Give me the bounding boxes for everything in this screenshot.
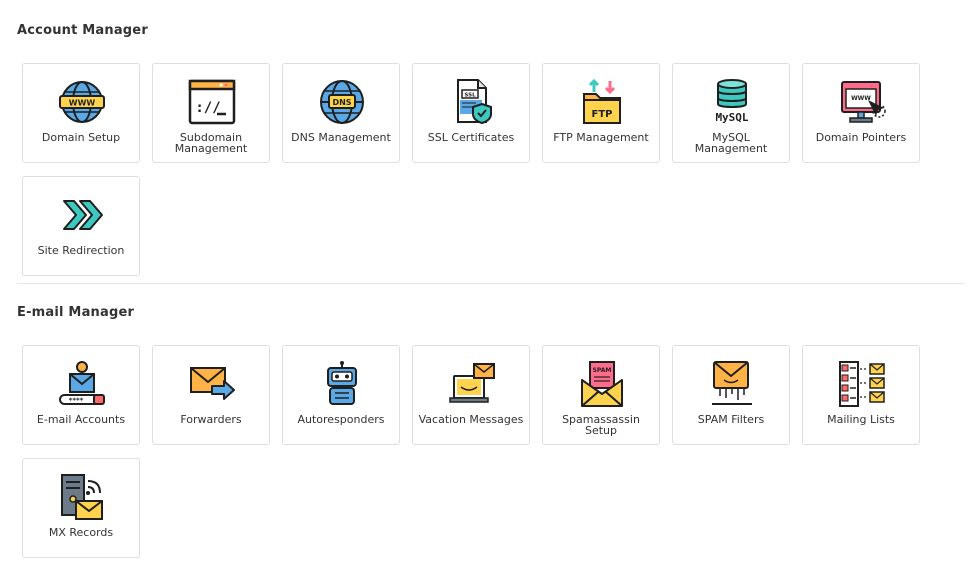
ftp-folder-icon: FTP bbox=[578, 78, 626, 126]
tile-mailing-lists[interactable]: Mailing Lists bbox=[802, 345, 920, 445]
tile-spamassassin-setup[interactable]: SPAM Spamassassin Setup bbox=[542, 345, 660, 445]
svg-text:WWW: WWW bbox=[851, 95, 871, 102]
svg-text:SSL: SSL bbox=[464, 93, 476, 99]
tile-label: DNS Management bbox=[291, 131, 391, 144]
tile-ssl-certificates[interactable]: SSL SSL Certificates bbox=[412, 63, 530, 163]
svg-text:FTP: FTP bbox=[592, 109, 613, 120]
tile-label: FTP Management bbox=[553, 131, 649, 144]
tile-autoresponders[interactable]: Autoresponders bbox=[282, 345, 400, 445]
tile-forwarders[interactable]: Forwarders bbox=[152, 345, 270, 445]
svg-text:SPAM: SPAM bbox=[593, 367, 612, 374]
tile-label: Domain Pointers bbox=[815, 131, 907, 144]
terminal-window-icon: :// bbox=[188, 78, 236, 126]
tile-label: Subdomain Management bbox=[174, 131, 248, 155]
tile-domain-setup[interactable]: WWW Domain Setup bbox=[22, 63, 140, 163]
spam-filter-icon bbox=[708, 360, 756, 408]
email-account-icon: **** bbox=[58, 360, 106, 408]
dns-globe-icon: DNS bbox=[318, 78, 366, 126]
tile-vacation-messages[interactable]: Vacation Messages bbox=[412, 345, 530, 445]
tile-mx-records[interactable]: MX Records bbox=[22, 458, 140, 558]
tile-label: Site Redirection bbox=[37, 244, 125, 257]
tile-label: Autoresponders bbox=[297, 413, 385, 426]
vacation-laptop-icon bbox=[448, 360, 496, 408]
tile-email-accounts[interactable]: **** E-mail Accounts bbox=[22, 345, 140, 445]
tile-label: Mailing Lists bbox=[827, 413, 895, 426]
tile-dns-management[interactable]: DNS DNS Management bbox=[282, 63, 400, 163]
tile-label: Vacation Messages bbox=[418, 413, 524, 426]
tile-label: MX Records bbox=[48, 526, 114, 539]
tile-site-redirection[interactable]: Site Redirection bbox=[22, 176, 140, 276]
tile-label: SSL Certificates bbox=[427, 131, 515, 144]
email-manager-heading: E-mail Manager bbox=[17, 305, 135, 320]
email-forward-icon bbox=[188, 360, 236, 408]
tile-spam-filters[interactable]: SPAM Filters bbox=[672, 345, 790, 445]
browser-pointer-icon: WWW bbox=[838, 78, 886, 126]
tile-subdomain-management[interactable]: :// Subdomain Management bbox=[152, 63, 270, 163]
tile-ftp-management[interactable]: FTP FTP Management bbox=[542, 63, 660, 163]
tile-mysql-management[interactable]: MySQL MySQL Management bbox=[672, 63, 790, 163]
tile-label: Domain Setup bbox=[41, 131, 121, 144]
ssl-certificate-icon: SSL bbox=[448, 78, 496, 126]
account-manager-heading: Account Manager bbox=[17, 23, 148, 38]
robot-icon bbox=[318, 360, 366, 408]
spam-envelope-icon: SPAM bbox=[578, 360, 626, 408]
mx-server-icon bbox=[58, 473, 106, 521]
section-divider bbox=[17, 283, 964, 284]
svg-text:DNS: DNS bbox=[332, 98, 351, 107]
svg-text:WWW: WWW bbox=[69, 99, 96, 108]
svg-text:****: **** bbox=[69, 397, 84, 405]
www-globe-icon: WWW bbox=[58, 78, 106, 126]
tile-label: MySQL Management bbox=[694, 131, 768, 155]
tile-label: Spamassassin Setup bbox=[562, 413, 640, 437]
tile-label: E-mail Accounts bbox=[36, 413, 126, 426]
svg-text:://: :// bbox=[195, 100, 220, 116]
redirect-arrows-icon bbox=[58, 191, 106, 239]
mysql-database-icon: MySQL bbox=[708, 78, 756, 126]
tile-label: SPAM Filters bbox=[697, 413, 765, 426]
tile-label: Forwarders bbox=[180, 413, 242, 426]
tile-domain-pointers[interactable]: WWW Domain Pointers bbox=[802, 63, 920, 163]
svg-text:MySQL: MySQL bbox=[715, 111, 748, 124]
mailing-list-icon bbox=[838, 360, 886, 408]
